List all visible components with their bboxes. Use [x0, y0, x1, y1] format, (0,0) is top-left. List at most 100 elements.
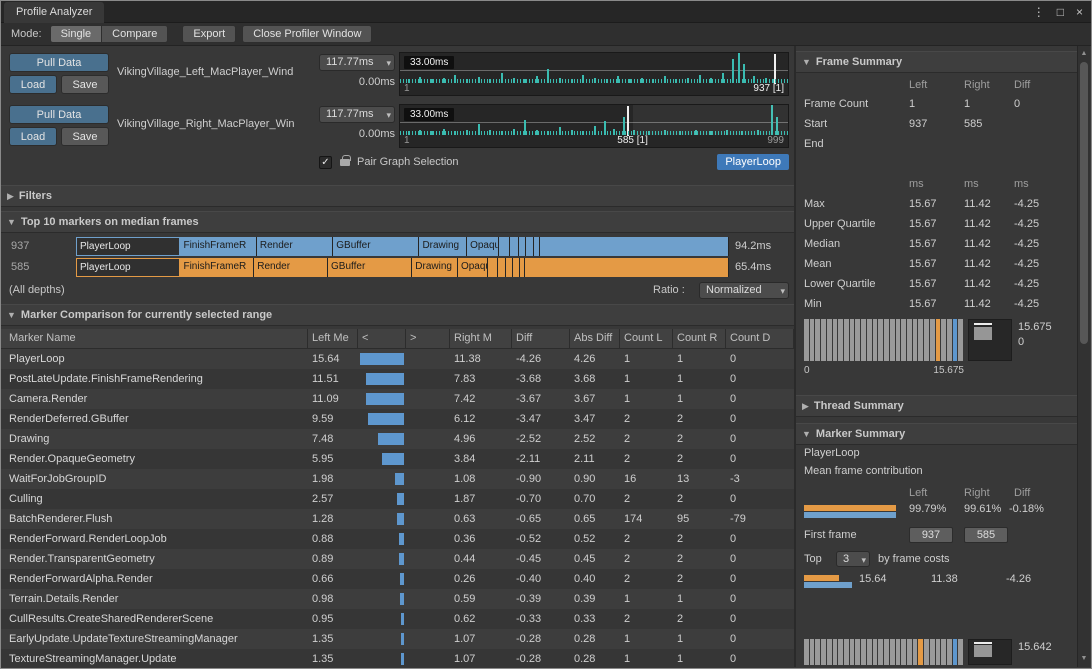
top10-section-header[interactable]: ▼Top 10 markers on median frames — [1, 211, 794, 233]
col-left-bigger[interactable]: < — [358, 329, 406, 348]
marker-segment-rest[interactable] — [506, 258, 513, 277]
marker-segment-rest[interactable] — [510, 237, 519, 256]
scroll-down-icon[interactable]: ▼ — [1078, 653, 1090, 665]
col-count-left[interactable]: Count L — [620, 329, 673, 348]
first-frame-left-button[interactable]: 937 — [909, 527, 953, 543]
scale-dropdown-right[interactable]: 117.77ms▾ — [319, 106, 395, 123]
thread-summary-header[interactable]: ▶Thread Summary — [796, 395, 1081, 417]
top-suffix: by frame costs — [878, 553, 950, 565]
table-row[interactable]: RenderForwardAlpha.Render 0.66 0.26 -0.4… — [1, 569, 794, 589]
scale-dropdown-left[interactable]: 117.77ms▾ — [319, 54, 395, 71]
ratio-dropdown[interactable]: Normalized▾ — [699, 282, 789, 299]
ratio-value: Normalized — [706, 284, 762, 296]
marker-segment-rest[interactable] — [526, 237, 533, 256]
mode-label: Mode: — [11, 28, 42, 40]
top-n-dropdown[interactable]: 3▾ — [836, 551, 870, 567]
col-right-bigger[interactable]: > — [406, 329, 450, 348]
tab-profile-analyzer[interactable]: Profile Analyzer — [4, 2, 104, 23]
mode-single-button[interactable]: Single — [50, 25, 103, 43]
marker-segment[interactable]: GBuffer — [328, 258, 412, 277]
comparison-table-body: PlayerLoop 15.64 11.38 -4.26 4.26 1 1 0 … — [1, 349, 794, 668]
table-row[interactable]: Render.TransparentGeometry 0.89 0.44 -0.… — [1, 549, 794, 569]
histogram-bar — [901, 319, 906, 361]
marker-segment[interactable]: PlayerLoop — [76, 237, 180, 256]
marker-segment[interactable]: Drawing — [419, 237, 467, 256]
marker-segment-rest[interactable] — [498, 258, 506, 277]
pull-data-button-right[interactable]: Pull Data — [9, 105, 109, 124]
axis-start-label: 1 — [404, 135, 410, 147]
table-row[interactable]: RenderDeferred.GBuffer 9.59 6.12 -3.47 3… — [1, 409, 794, 429]
frame-time-graph-right[interactable]: 33.00ms 1 585 [1] 999 — [399, 104, 789, 148]
load-button-left[interactable]: Load — [9, 75, 57, 94]
left-median-cell: 1.35 — [308, 629, 358, 649]
cost-right: 11.38 — [931, 573, 958, 585]
scale-max-right: 117.77ms — [326, 108, 374, 120]
scrollbar-thumb[interactable] — [1080, 62, 1088, 344]
export-button[interactable]: Export — [182, 25, 236, 43]
col-count-delta[interactable]: Count D — [726, 329, 794, 348]
marker-segment[interactable]: Opaqu — [458, 258, 488, 277]
count-right-cell: 13 — [673, 469, 726, 489]
filters-section-header[interactable]: ▶Filters — [1, 185, 794, 207]
marker-segment[interactable]: Drawing — [412, 258, 458, 277]
frame-number[interactable]: 585 — [11, 258, 29, 277]
table-row[interactable]: Terrain.Details.Render 0.98 0.59 -0.39 0… — [1, 589, 794, 609]
table-row[interactable]: PlayerLoop 15.64 11.38 -4.26 4.26 1 1 0 — [1, 349, 794, 369]
lock-icon[interactable] — [340, 159, 350, 166]
marker-name-cell: WaitForJobGroupID — [1, 469, 308, 489]
frame-spike — [741, 131, 743, 135]
table-row[interactable]: RenderForward.RenderLoopJob 0.88 0.36 -0… — [1, 529, 794, 549]
load-button-right[interactable]: Load — [9, 127, 57, 146]
close-icon[interactable]: × — [1076, 1, 1083, 23]
mode-compare-button[interactable]: Compare — [102, 25, 168, 43]
col-left-median[interactable]: Left Me — [308, 329, 358, 348]
table-row[interactable]: Culling 2.57 1.87 -0.70 0.70 2 2 0 — [1, 489, 794, 509]
marker-segment[interactable]: Opaqu — [467, 237, 499, 256]
menu-icon[interactable]: ⋮ — [1033, 1, 1045, 23]
pull-data-button-left[interactable]: Pull Data — [9, 53, 109, 72]
marker-segment-rest[interactable] — [525, 258, 729, 277]
histogram — [804, 319, 964, 361]
frame-time-graph-left[interactable]: 33.00ms 1 937 [1] — [399, 52, 789, 96]
table-row[interactable]: CullResults.CreateSharedRendererScene 0.… — [1, 609, 794, 629]
frame-number[interactable]: 937 — [11, 237, 29, 256]
table-row[interactable]: TextureStreamingManager.Update 1.35 1.07… — [1, 649, 794, 668]
pair-graph-checkbox[interactable]: ✓ — [319, 156, 332, 169]
first-frame-right-button[interactable]: 585 — [964, 527, 1008, 543]
cost-diff: -4.26 — [1006, 573, 1031, 585]
frame-summary-header[interactable]: ▼Frame Summary — [796, 51, 1081, 73]
save-button-left[interactable]: Save — [61, 75, 109, 94]
col-right-median[interactable]: Right M — [450, 329, 512, 348]
selected-marker-chip[interactable]: PlayerLoop — [717, 154, 789, 170]
marker-segment[interactable]: PlayerLoop — [76, 258, 180, 277]
close-profiler-window-button[interactable]: Close Profiler Window — [242, 25, 372, 43]
maximize-icon[interactable]: □ — [1057, 1, 1064, 23]
table-row[interactable]: Drawing 7.48 4.96 -2.52 2.52 2 2 0 — [1, 429, 794, 449]
left-median-cell: 1.35 — [308, 649, 358, 668]
marker-segment[interactable]: Render — [257, 237, 333, 256]
marker-segment-rest[interactable] — [519, 237, 527, 256]
marker-summary-header[interactable]: ▼Marker Summary — [796, 423, 1081, 445]
table-row[interactable]: WaitForJobGroupID 1.98 1.08 -0.90 0.90 1… — [1, 469, 794, 489]
marker-segment-rest[interactable] — [488, 258, 498, 277]
scroll-up-icon[interactable]: ▲ — [1078, 48, 1090, 60]
table-row[interactable]: Camera.Render 11.09 7.42 -3.67 3.67 1 1 … — [1, 389, 794, 409]
col-abs-diff[interactable]: Abs Diff — [570, 329, 620, 348]
col-diff[interactable]: Diff — [512, 329, 570, 348]
vertical-scrollbar[interactable]: ▲ ▼ — [1077, 46, 1090, 667]
marker-segment[interactable]: FinishFrameR — [180, 237, 256, 256]
marker-segment-rest[interactable] — [499, 237, 509, 256]
frame-spike — [765, 78, 767, 83]
marker-segment-rest[interactable] — [540, 237, 729, 256]
col-marker-name[interactable]: Marker Name — [1, 329, 308, 348]
table-row[interactable]: BatchRenderer.Flush 1.28 0.63 -0.65 0.65… — [1, 509, 794, 529]
table-row[interactable]: Render.OpaqueGeometry 5.95 3.84 -2.11 2.… — [1, 449, 794, 469]
save-button-right[interactable]: Save — [61, 127, 109, 146]
table-row[interactable]: EarlyUpdate.UpdateTextureStreamingManage… — [1, 629, 794, 649]
col-count-right[interactable]: Count R — [673, 329, 726, 348]
comparison-section-header[interactable]: ▼Marker Comparison for currently selecte… — [1, 304, 794, 326]
table-row[interactable]: PostLateUpdate.FinishFrameRendering 11.5… — [1, 369, 794, 389]
marker-segment[interactable]: FinishFrameR — [180, 258, 254, 277]
marker-segment[interactable]: Render — [254, 258, 328, 277]
marker-segment[interactable]: GBuffer — [333, 237, 419, 256]
